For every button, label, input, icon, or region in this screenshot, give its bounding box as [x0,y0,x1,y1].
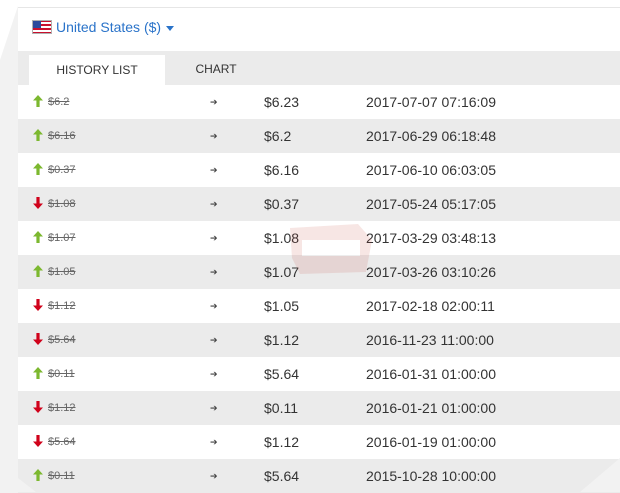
change-date: 2017-06-29 06:18:48 [366,128,496,144]
history-row: $0.11 ➔ $5.64 2015-10-28 10:00:00 [18,459,620,493]
tab-history-list[interactable]: HISTORY LIST [29,55,165,85]
arrow-right-icon: ➔ [210,266,218,277]
arrow-right-icon: ➔ [210,436,218,447]
arrow-right-icon: ➔ [210,334,218,345]
arrow-up-icon [33,163,43,175]
arrow-down-icon [33,333,43,345]
corner-shape [18,478,36,492]
change-date: 2016-11-23 11:00:00 [366,332,494,348]
new-price: $1.12 [264,434,300,450]
new-price: $0.11 [264,400,298,416]
old-price: $1.12 [48,300,76,312]
old-price: $5.64 [48,334,76,346]
change-date: 2017-03-29 03:48:13 [366,230,496,246]
caret-down-icon [166,26,175,31]
corner-shape [580,458,620,492]
new-price: $1.12 [264,332,300,348]
arrow-right-icon: ➔ [210,402,218,413]
arrow-right-icon: ➔ [210,368,218,379]
change-date: 2015-10-28 10:00:00 [366,468,496,484]
arrow-right-icon: ➔ [210,96,218,107]
new-price: $0.37 [264,196,300,212]
old-price: $1.12 [48,402,76,414]
old-price: $0.11 [48,470,75,482]
currency-selector-label: United States ($) [56,19,162,35]
arrow-up-icon [33,231,43,243]
old-price: $6.16 [48,130,76,142]
tab-bar: HISTORY LIST CHART [18,51,620,85]
new-price: $1.05 [264,298,300,314]
tab-chart[interactable]: CHART [173,51,259,85]
arrow-down-icon [33,299,43,311]
old-price: $1.07 [48,232,76,244]
arrow-up-icon [33,95,43,107]
arrow-up-icon [33,265,43,277]
old-price: $0.37 [48,164,76,176]
arrow-right-icon: ➔ [210,130,218,141]
arrow-up-icon [33,367,43,379]
change-date: 2017-05-24 05:17:05 [366,196,496,212]
change-date: 2017-03-26 03:10:26 [366,264,496,280]
change-date: 2017-02-18 02:00:11 [366,298,495,314]
history-row: $1.07 ➔ $1.08 2017-03-29 03:48:13 [18,221,620,255]
new-price: $6.23 [264,94,300,110]
history-row: $1.05 ➔ $1.07 2017-03-26 03:10:26 [18,255,620,289]
history-row: $0.37 ➔ $6.16 2017-06-10 06:03:05 [18,153,620,187]
arrow-right-icon: ➔ [210,470,218,481]
history-row: $6.2 ➔ $6.23 2017-07-07 07:16:09 [18,85,620,119]
new-price: $6.16 [264,162,300,178]
currency-selector[interactable]: United States ($) [32,16,175,38]
new-price: $6.2 [264,128,292,144]
history-row: $5.64 ➔ $1.12 2016-11-23 11:00:00 [18,323,620,357]
old-price: $1.08 [48,198,76,210]
us-flag-icon [32,20,52,34]
history-row: $0.11 ➔ $5.64 2016-01-31 01:00:00 [18,357,620,391]
arrow-right-icon: ➔ [210,198,218,209]
new-price: $1.07 [264,264,300,280]
history-row: $1.12 ➔ $1.05 2017-02-18 02:00:11 [18,289,620,323]
arrow-right-icon: ➔ [210,164,218,175]
arrow-right-icon: ➔ [210,300,218,311]
history-row: $5.64 ➔ $1.12 2016-01-19 01:00:00 [18,425,620,459]
arrow-down-icon [33,435,43,447]
history-row: $6.16 ➔ $6.2 2017-06-29 06:18:48 [18,119,620,153]
history-row: $1.12 ➔ $0.11 2016-01-21 01:00:00 [18,391,620,425]
change-date: 2016-01-21 01:00:00 [366,400,496,416]
arrow-down-icon [33,197,43,209]
background-shape [0,0,20,60]
old-price: $0.11 [48,368,75,380]
divider [18,7,620,8]
arrow-right-icon: ➔ [210,232,218,243]
old-price: $6.2 [48,96,70,108]
change-date: 2016-01-31 01:00:00 [366,366,496,382]
change-date: 2017-07-07 07:16:09 [366,94,496,110]
change-date: 2016-01-19 01:00:00 [366,434,496,450]
new-price: $5.64 [264,468,300,484]
arrow-up-icon [33,129,43,141]
history-row: $1.08 ➔ $0.37 2017-05-24 05:17:05 [18,187,620,221]
history-table: $6.2 ➔ $6.23 2017-07-07 07:16:09 $6.16 ➔ $6.2 2… [18,85,620,493]
price-history-panel: United States ($) HISTORY LIST CHART $6.… [18,0,620,493]
change-date: 2017-06-10 06:03:05 [366,162,496,178]
old-price: $5.64 [48,436,76,448]
old-price: $1.05 [48,266,76,278]
new-price: $1.08 [264,230,300,246]
arrow-down-icon [33,401,43,413]
new-price: $5.64 [264,366,300,382]
